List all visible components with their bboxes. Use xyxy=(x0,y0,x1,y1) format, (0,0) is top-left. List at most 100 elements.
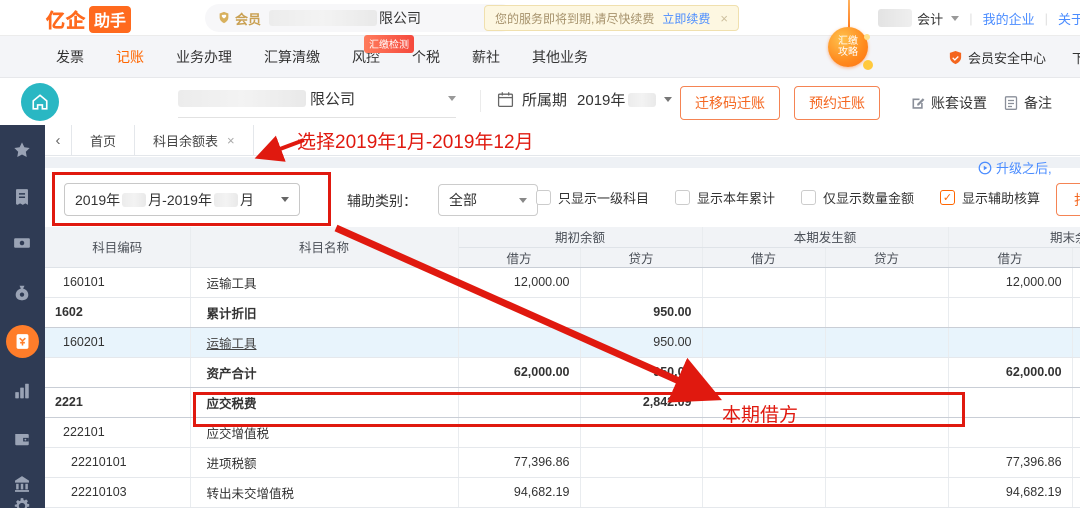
table-row[interactable]: 22210101 进项税额 77,396.86 77,396.86 xyxy=(45,447,1080,478)
period-label: 所属期 xyxy=(522,92,568,109)
my-enterprise-link[interactable]: 我的企业 xyxy=(983,9,1035,28)
period-selector[interactable]: 所属期 2019年 xyxy=(497,89,673,110)
table-row[interactable]: 22210103 转出未交增值税 94,682.19 94,682.19 xyxy=(45,477,1080,508)
table-row[interactable]: 222101 应交增值税 xyxy=(45,417,1080,448)
col-group-ending: 期末余额 xyxy=(948,227,1080,248)
date-text: 月 xyxy=(239,191,254,208)
nav-item-7[interactable]: 其他业务 xyxy=(532,47,588,67)
checkbox-option-3[interactable]: ✓ 显示辅助核算 xyxy=(939,188,1040,207)
member-badge: 会员 xyxy=(235,11,262,27)
cell-current-debit xyxy=(702,356,826,388)
cell-name[interactable]: 运输工具 xyxy=(190,327,459,358)
nav-item-3[interactable]: 汇算清缴 xyxy=(264,47,320,67)
checkbox-option-0[interactable]: ✓ 只显示一级科目 xyxy=(535,188,649,207)
huijiao-guide-badge[interactable]: 汇缴 攻略 xyxy=(828,27,868,67)
upgrade-link[interactable]: 升级之后, xyxy=(978,158,1052,177)
date-range-select[interactable]: 2019年 月-2019年 月 xyxy=(64,183,300,216)
ledger-icon[interactable] xyxy=(6,325,39,358)
chevron-down-icon xyxy=(281,197,289,202)
note-button[interactable]: 备注 xyxy=(1003,93,1052,113)
ribbon-text-1: 汇缴 xyxy=(838,36,858,47)
tab-subject-balance[interactable]: 科目余额表 × xyxy=(135,125,254,155)
aux-category-select[interactable]: 全部 xyxy=(438,184,538,216)
aux-category-value: 全部 xyxy=(449,192,477,208)
bank-icon[interactable] xyxy=(10,472,34,496)
money-bag-icon[interactable] xyxy=(10,281,34,305)
gear-icon[interactable] xyxy=(10,494,34,508)
subject-link[interactable]: 运输工具 xyxy=(207,337,257,351)
subject-balance-table: 科目编码 科目名称 期初余额 本期发生额 期末余额 借方 贷方 借方 贷方 借方… xyxy=(45,227,1080,508)
logo-text-2: 助手 xyxy=(89,6,132,33)
table-row[interactable]: 160101 运输工具 12,000.00 12,000.00 xyxy=(45,267,1080,298)
tab-subject-balance-label: 科目余额表 xyxy=(153,133,219,149)
nav-item-0[interactable]: 发票 xyxy=(56,47,84,67)
table-row[interactable]: 1602 累计折旧 950.00 xyxy=(45,296,1080,328)
checkbox-option-2[interactable]: ✓ 仅显示数量金额 xyxy=(800,188,914,207)
redacted-company-name xyxy=(178,90,306,107)
col-header-credit: 贷方 xyxy=(1072,247,1080,268)
home-button[interactable] xyxy=(21,83,59,121)
account-set-selector[interactable]: 限公司 xyxy=(178,88,456,118)
tab-close-icon[interactable]: × xyxy=(227,133,235,148)
migrate-code-button[interactable]: 迁移码迁账 xyxy=(680,86,780,120)
col-header-debit: 借方 xyxy=(458,247,581,268)
user-role-menu[interactable]: 会计 xyxy=(917,9,960,28)
checkbox-icon[interactable]: ✓ xyxy=(535,190,551,205)
divider: | xyxy=(1044,10,1048,26)
nav-item-1[interactable]: 记账 xyxy=(116,47,144,67)
cell-name: 进项税额 xyxy=(190,447,459,478)
cell-code: 160101 xyxy=(45,267,191,298)
wallet-icon[interactable] xyxy=(10,427,34,451)
bar-chart-icon[interactable] xyxy=(10,379,34,403)
annotation-current-debit-text: 本期借方 xyxy=(722,405,799,426)
cell-open-debit xyxy=(458,296,581,328)
checkbox-icon[interactable]: ✓ xyxy=(674,190,690,205)
note-label: 备注 xyxy=(1024,95,1052,111)
account-settings-label: 账套设置 xyxy=(931,95,987,111)
tab-home[interactable]: 首页 xyxy=(71,125,136,155)
company-name-suffix: 限公司 xyxy=(310,91,356,108)
invoice-icon[interactable] xyxy=(10,185,34,209)
nav-item-2[interactable]: 业务办理 xyxy=(176,47,232,67)
tab-strip: ‹ 首页 科目余额表 × xyxy=(45,125,1080,156)
account-settings-button[interactable]: 账套设置 xyxy=(910,93,987,113)
table-row[interactable]: 资产合计 62,000.00 950.00 62,000.00 xyxy=(45,356,1080,388)
star-icon[interactable] xyxy=(10,138,34,162)
notice-close-icon[interactable]: × xyxy=(720,11,728,26)
table-row[interactable]: 2221 应交税费 2,842.09 xyxy=(45,386,1080,418)
nav-item-6[interactable]: 薪社 xyxy=(472,47,500,67)
col-group-opening: 期初余额 xyxy=(458,227,703,248)
print-button[interactable]: 打印 xyxy=(1056,183,1080,216)
cell-name: 运输工具 xyxy=(190,267,459,298)
top-bar-right: 会计 | 我的企业 | 关于 xyxy=(878,0,1080,36)
cell-code: 2221 xyxy=(45,386,191,418)
cell-current-credit xyxy=(825,386,949,418)
member-company-selector[interactable]: 会员 限公司 xyxy=(205,4,516,32)
cell-end-credit xyxy=(1072,327,1080,358)
company-bar: 限公司 所属期 2019年 迁移码迁账 预约迁账 账套设置 备注 xyxy=(0,78,1080,125)
renew-now-link[interactable]: 立即续费 xyxy=(662,10,710,27)
col-header-name[interactable]: 科目名称 xyxy=(190,227,459,268)
reserve-migrate-button[interactable]: 预约迁账 xyxy=(794,86,880,120)
cell-current-credit xyxy=(825,327,949,358)
download-link[interactable]: 下载 xyxy=(1072,48,1080,67)
about-link[interactable]: 关于 xyxy=(1058,9,1080,28)
checkbox-checked-icon[interactable]: ✓ xyxy=(939,190,955,205)
cell-open-credit: 2,842.09 xyxy=(580,386,703,418)
nav-item-4[interactable]: 风控 汇缴检测 xyxy=(352,35,414,67)
cell-code: 22210101 xyxy=(45,447,191,478)
checkbox-option-1[interactable]: ✓ 显示本年累计 xyxy=(674,188,775,207)
cell-end-debit xyxy=(948,386,1073,418)
money-note-icon[interactable] xyxy=(10,231,34,255)
table-row[interactable]: 160201 运输工具 950.00 xyxy=(45,327,1080,358)
chevron-down-icon xyxy=(951,15,960,21)
cell-end-debit: 62,000.00 xyxy=(948,356,1073,388)
member-security-center-link[interactable]: 会员安全中心 xyxy=(968,48,1046,67)
cell-open-credit: 950.00 xyxy=(580,356,703,388)
checkbox-icon[interactable]: ✓ xyxy=(800,190,816,205)
col-header-code[interactable]: 科目编码 xyxy=(45,227,191,268)
tab-back-button[interactable]: ‹ xyxy=(45,125,71,155)
nav-item-5[interactable]: 个税 xyxy=(412,47,440,67)
col-group-current: 本期发生额 xyxy=(702,227,949,248)
cell-name: 资产合计 xyxy=(190,356,459,388)
